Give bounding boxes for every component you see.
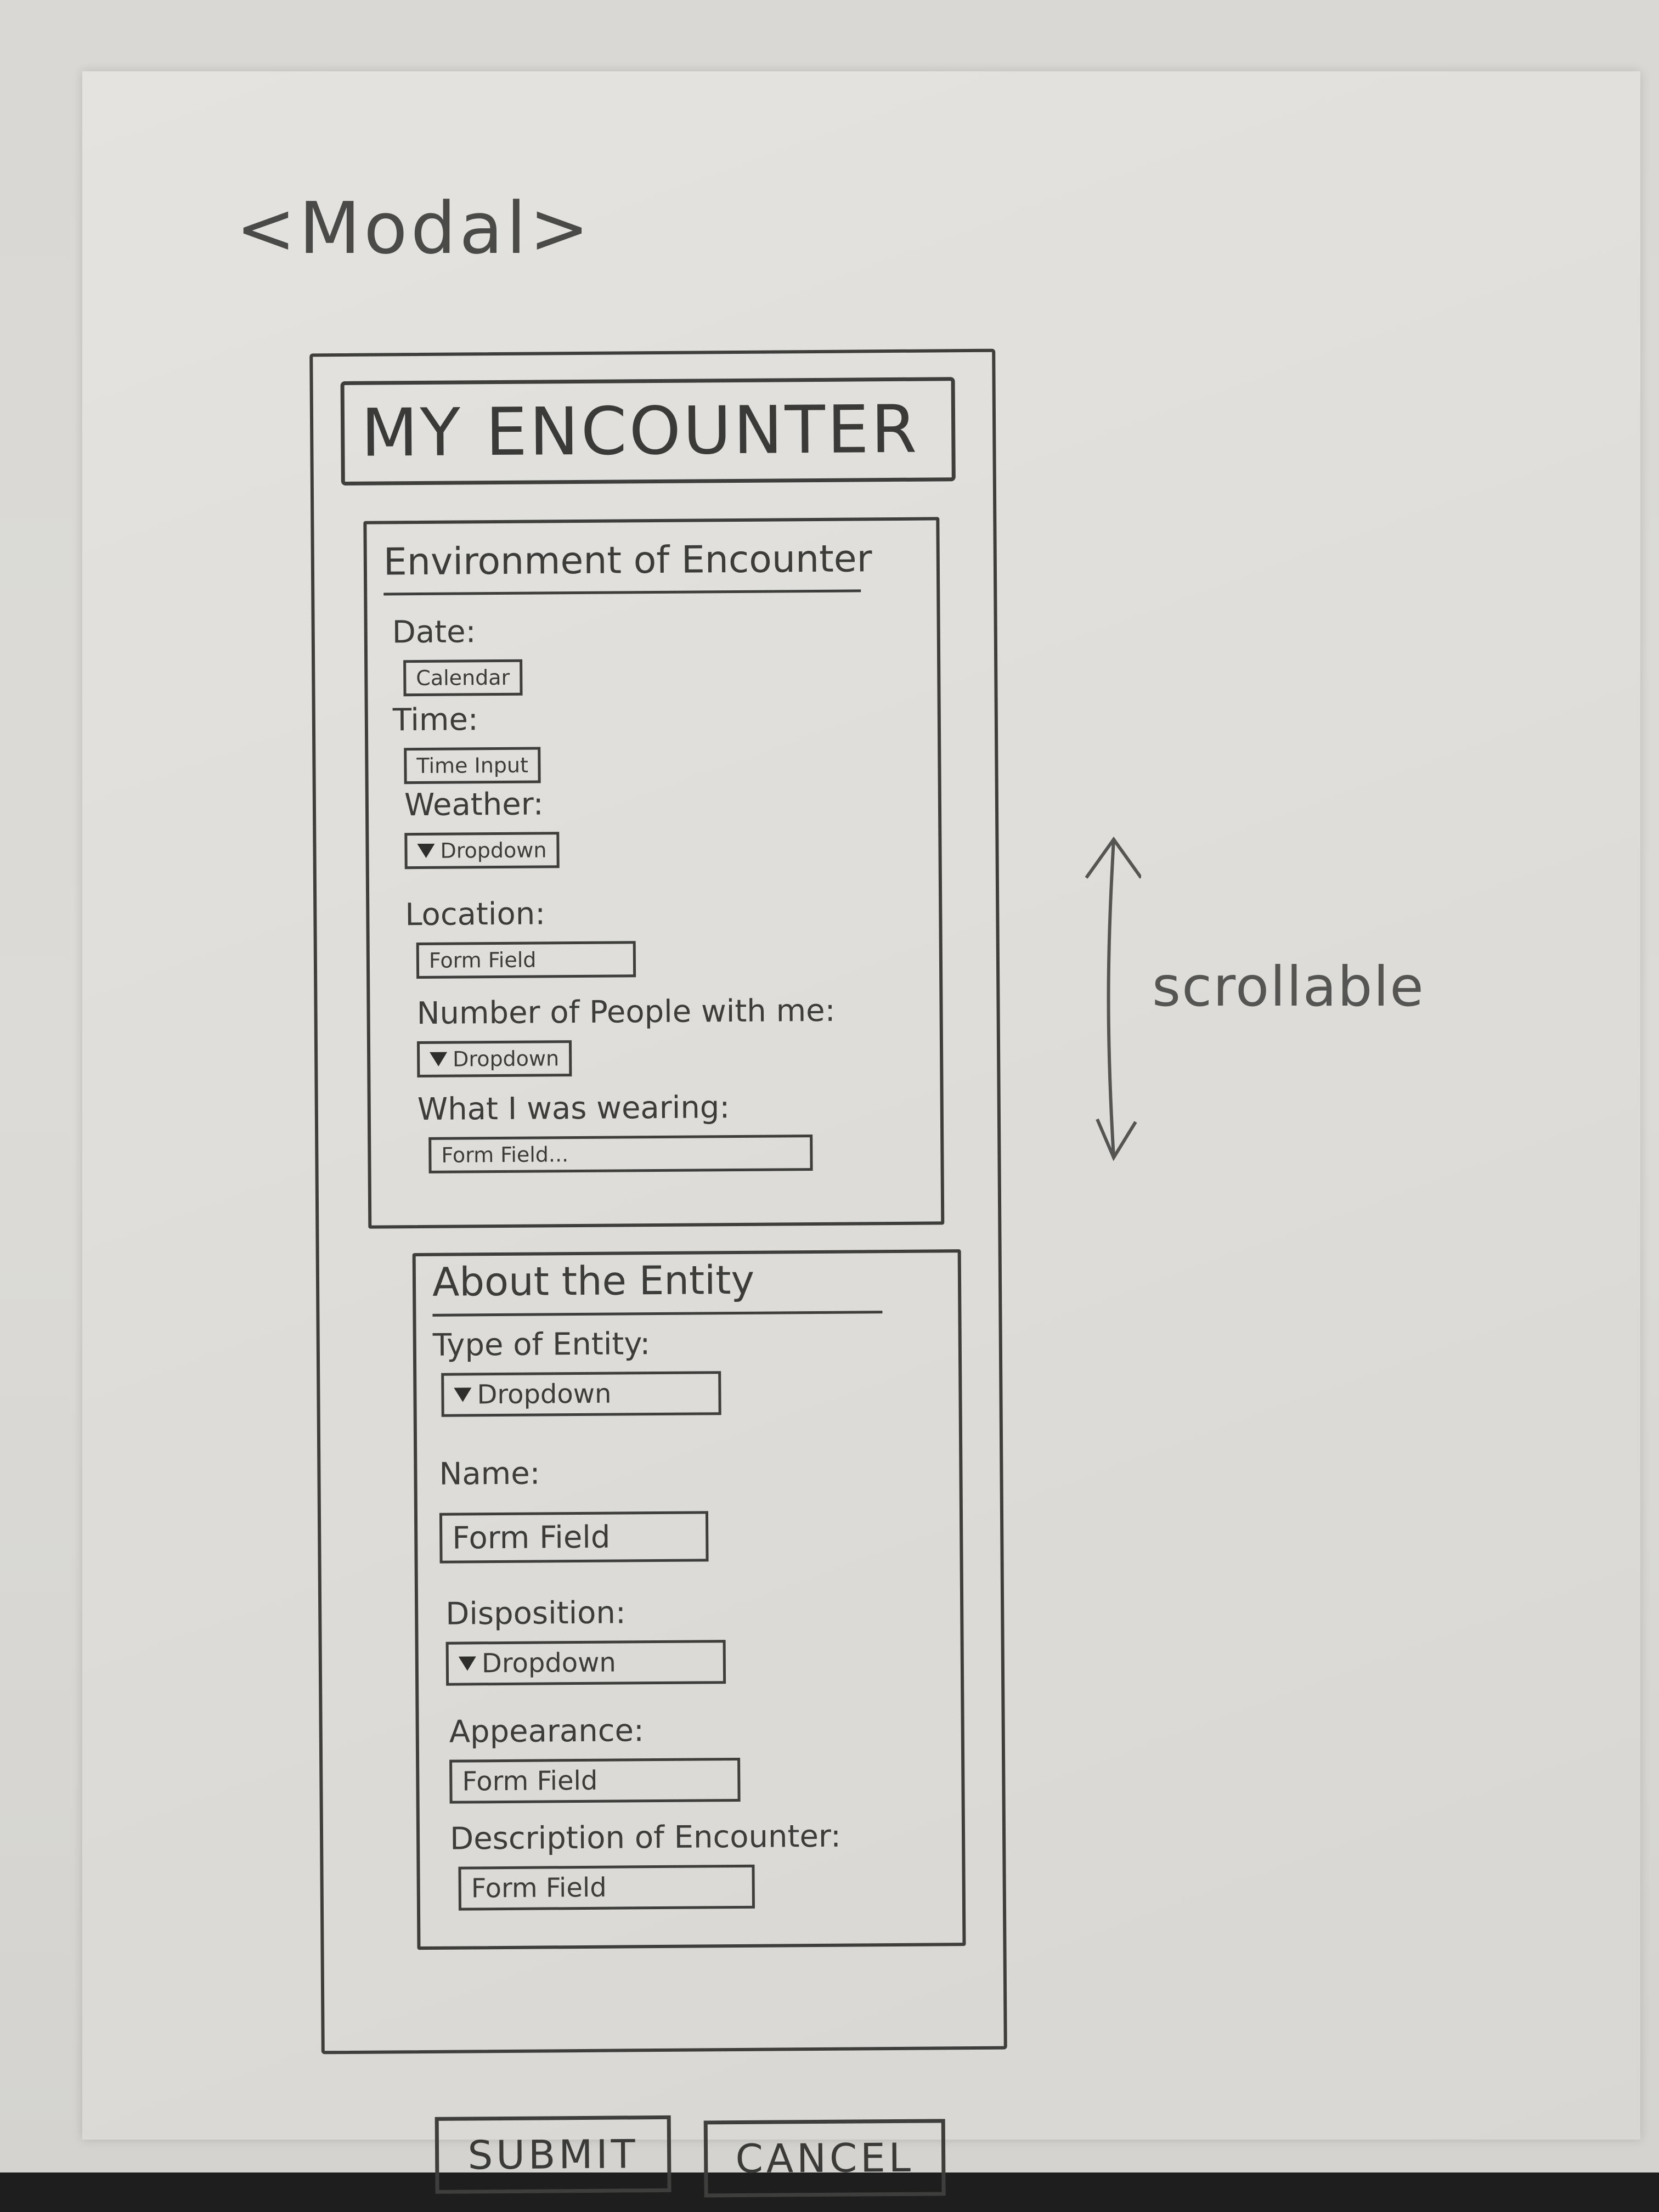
description-input[interactable]: Form Field [458,1864,755,1911]
submit-button[interactable]: SUBMIT [435,2115,672,2194]
weather-dropdown[interactable]: Dropdown [404,832,560,870]
location-label: Location: [405,896,546,933]
date-label: Date: [392,614,476,651]
field-people-count: Number of People with me: Dropdown [416,992,836,1078]
field-weather: Weather: Dropdown [404,786,560,870]
entity-type-dropdown-placeholder: Dropdown [477,1378,612,1410]
double-arrow-icon [1085,836,1141,1161]
modal-header: MY ENCOUNTER [340,377,956,486]
people-count-label: Number of People with me: [416,992,836,1032]
entity-type-dropdown[interactable]: Dropdown [441,1371,721,1417]
date-calendar-input[interactable]: Calendar [403,659,523,697]
section-entity: About the Entity Type of Entity: Dropdow… [412,1249,966,1950]
field-entity-name: Name: Form Field [439,1454,709,1564]
field-location: Location: Form Field [405,895,636,979]
people-count-dropdown[interactable]: Dropdown [416,1040,572,1078]
weather-dropdown-placeholder: Dropdown [440,838,547,863]
disposition-label: Disposition: [445,1595,627,1632]
date-calendar-placeholder: Calendar [416,665,510,691]
scrollable-label: scrollable [1152,955,1425,1019]
field-entity-type: Type of Entity: Dropdown [433,1325,721,1417]
location-input[interactable]: Form Field [416,941,636,979]
field-disposition: Disposition: Dropdown [445,1594,726,1686]
location-input-placeholder: Form Field [428,947,537,973]
modal-annotation: <Modal> [236,187,592,270]
field-date: Date: Calendar [392,614,523,697]
clothing-input-placeholder: Form Field... [441,1142,569,1167]
disposition-dropdown[interactable]: Dropdown [445,1640,726,1686]
clothing-input[interactable]: Form Field... [428,1135,813,1173]
triangle-down-icon [458,1656,476,1671]
section-environment: Environment of Encounter Date: Calendar … [363,517,945,1229]
modal-actions: SUBMIT CANCEL [435,2113,984,2199]
field-clothing: What I was wearing: Form Field... [417,1089,813,1173]
scroll-annotation: scrollable [1075,828,1459,1169]
entity-name-label: Name: [439,1455,540,1492]
time-label: Time: [392,702,479,738]
cancel-button[interactable]: CANCEL [703,2119,946,2198]
field-appearance: Appearance: Form Field [449,1712,741,1804]
entity-type-label: Type of Entity: [432,1326,651,1363]
encounter-modal: MY ENCOUNTER Environment of Encounter Da… [309,348,1007,2198]
appearance-label: Appearance: [449,1713,645,1750]
field-time: Time: Time Input [392,701,541,785]
triangle-down-icon [454,1387,472,1402]
people-count-dropdown-placeholder: Dropdown [453,1046,560,1071]
field-description: Description of Encounter: Form Field [450,1819,842,1911]
triangle-down-icon [430,1052,448,1066]
clothing-label: What I was wearing: [417,1090,730,1128]
entity-name-input[interactable]: Form Field [439,1511,709,1564]
modal-title: MY ENCOUNTER [360,391,919,472]
section-heading-entity: About the Entity [432,1256,883,1317]
time-input[interactable]: Time Input [404,747,541,785]
description-input-placeholder: Form Field [471,1872,607,1904]
disposition-dropdown-placeholder: Dropdown [481,1647,617,1679]
weather-label: Weather: [404,786,544,823]
appearance-input[interactable]: Form Field [449,1757,741,1804]
modal-scroll-area[interactable]: Environment of Encounter Date: Calendar … [363,517,966,2198]
section-heading-environment: Environment of Encounter [383,537,872,596]
entity-name-input-placeholder: Form Field [452,1519,611,1556]
time-input-placeholder: Time Input [416,753,529,778]
description-label: Description of Encounter: [449,1818,842,1857]
appearance-input-placeholder: Form Field [462,1765,598,1797]
triangle-down-icon [417,843,435,859]
